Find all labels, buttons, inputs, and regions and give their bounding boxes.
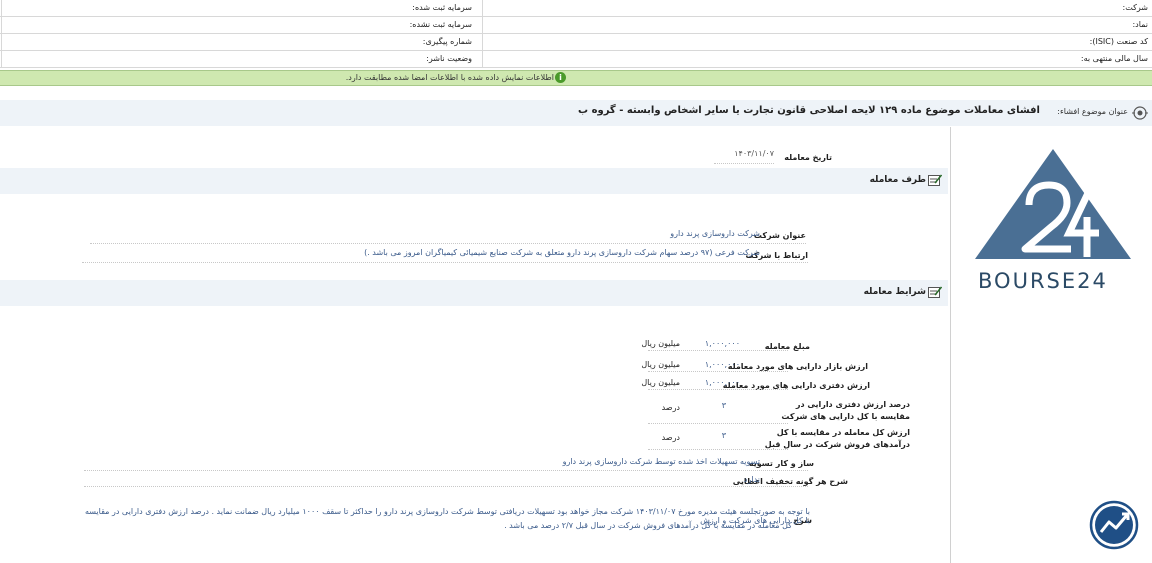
sidebar: BOURSE24 [950,127,1152,563]
edit-note-icon [928,286,942,298]
company-name-label: عنوان شرکت [753,231,806,240]
divider [84,470,808,471]
edit-note-icon [928,174,942,186]
divider [90,243,806,244]
unregistered-capital-label: سرمایه ثبت نشده: [1,17,476,33]
term-label: درصد ارزش دفتری دارایی در مقایسه با کل د… [781,400,910,421]
title-label: عنوان موضوع افشاء: [1057,107,1128,116]
term-unit: درصد [661,403,680,412]
verification-banner: i اطلاعات نمایش داده شده با اطلاعات امضا… [0,70,1152,86]
verification-text: اطلاعات نمایش داده شده با اطلاعات امضا ش… [345,73,554,82]
isic-label: کد صنعت (ISIC): [482,34,1148,50]
info-icon: i [555,72,566,83]
target-icon [1132,106,1148,120]
terms-section-header: شرایط معامله [0,280,948,306]
tracking-number-label: شماره پیگیری: [1,34,476,50]
info-row-fiscal-year: سال مالی منتهی به: وضعیت ناشر: [0,51,1152,68]
info-row-company: شرکت: سرمایه ثبت شده: [0,0,1152,17]
party-section-title: طرف معامله [869,175,926,185]
fiscal-year-label: سال مالی منتهی به: [482,51,1148,67]
divider [648,350,788,351]
discount-value: ندارد [743,475,760,484]
main-content: تاریخ معامله ۱۴۰۳/۱۱/۰۷ طرف معامله عنوان… [0,127,948,563]
divider [82,262,808,263]
info-row-isic: کد صنعت (ISIC): شماره پیگیری: [0,34,1152,51]
relation-value: شرکت فرعی (۹۷ درصد سهام شرکت داروسازی پر… [364,248,760,257]
term-unit: میلیون ریال [641,378,680,387]
term-unit: میلیون ریال [641,339,680,348]
term-unit: درصد [661,433,680,442]
trend-chart-icon[interactable] [1089,500,1139,550]
divider [84,486,808,487]
divider [714,163,774,164]
description-value-cont: کل معامله در مقایسه با کل درآمدهای فروش … [504,521,792,530]
divider [648,423,788,424]
divider [648,371,788,372]
company-info-table: شرکت: سرمایه ثبت شده: نماد: سرمایه ثبت ن… [0,0,1152,68]
logo-text: BOURSE24 [978,269,1108,293]
term-label: ارزش بازار دارایی های مورد معامله [727,362,868,371]
symbol-label: نماد: [482,17,1148,33]
term-label: ارزش کل معامله در مقایسه با کل درآمدهای … [764,428,910,449]
company-name-value: شرکت داروسازی پرند دارو [670,229,760,238]
deal-date-value: ۱۴۰۳/۱۱/۰۷ [734,149,774,158]
registered-capital-label: سرمایه ثبت شده: [1,0,476,16]
term-value: ۳ [721,431,726,440]
info-row-symbol: نماد: سرمایه ثبت نشده: [0,17,1152,34]
divider [648,389,788,390]
terms-section-title: شرایط معامله [863,287,926,297]
company-label: شرکت: [482,0,1148,16]
page-title: افشای معاملات موضوع ماده ۱۲۹ لایحه اصلاح… [578,105,1040,116]
divider [648,449,788,450]
term-value: ۳ [721,401,726,410]
disclosure-title-bar: عنوان موضوع افشاء: افشای معاملات موضوع م… [0,100,1152,126]
term-value: ۱,۰۰۰,۰۰۰ [704,378,740,387]
deal-date-label: تاریخ معامله [784,153,832,162]
term-unit: میلیون ریال [641,360,680,369]
publisher-status-label: وضعیت ناشر: [1,51,476,67]
term-value: ۱,۰۰۰,۰۰۰ [704,339,740,348]
term-value: ۱,۰۰۰,۰۰۰ [704,360,740,369]
party-section-header: طرف معامله [0,168,948,194]
settlement-value: تسویه تسهیلات اخذ شده توسط شرکت داروسازی… [562,457,760,466]
